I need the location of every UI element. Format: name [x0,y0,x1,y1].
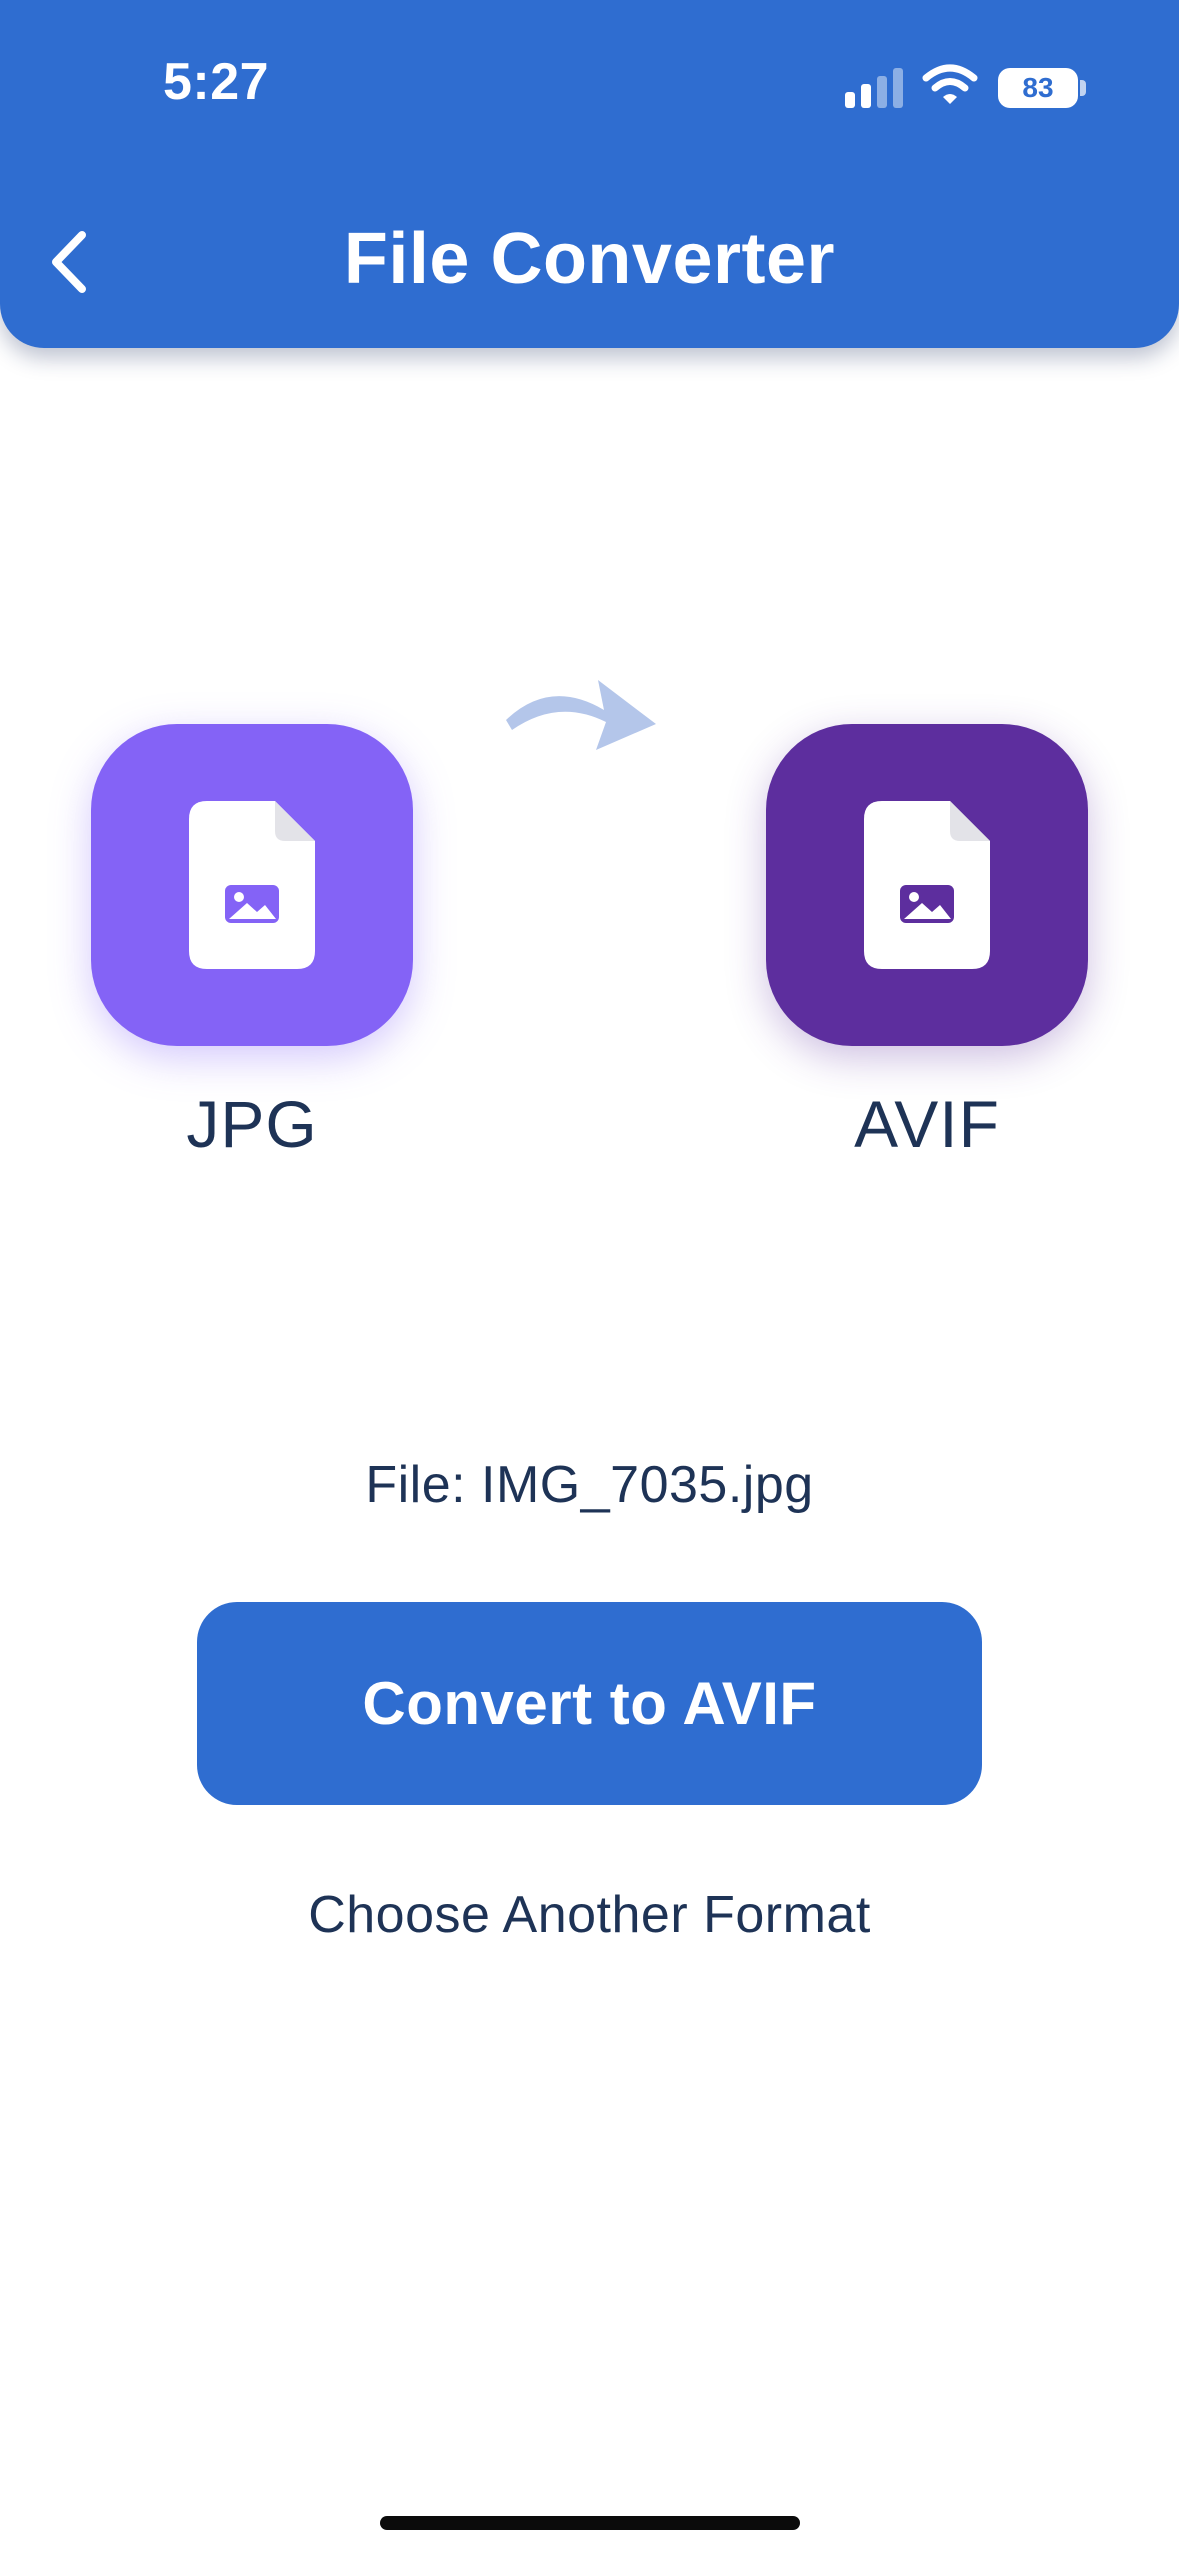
image-file-icon [864,801,990,969]
convert-button-label: Convert to AVIF [362,1670,817,1737]
source-format-label: JPG [186,1087,318,1161]
source-format-tile [91,724,413,1046]
file-name-label: File: IMG_7035.jpg [365,1456,814,1514]
status-time: 5:27 [163,53,270,111]
choose-another-format-link[interactable]: Choose Another Format [0,1885,1179,1945]
app-header: 5:27 83 File Converter [0,0,1179,348]
target-format-tile [766,724,1088,1046]
battery-level: 83 [1022,72,1054,103]
page-title: File Converter [343,219,836,299]
convert-button[interactable]: Convert to AVIF [197,1602,982,1805]
signal-icon [845,66,905,108]
battery-tip [1080,80,1086,96]
image-file-icon [189,801,315,969]
screen: 5:27 83 File Converter JPG AVIF File: IM… [0,0,1179,2556]
wifi-icon [922,64,978,104]
target-format-label: AVIF [854,1087,1000,1161]
curved-arrow-icon [506,680,656,750]
battery-icon: 83 [998,68,1078,108]
home-indicator [380,2516,800,2530]
